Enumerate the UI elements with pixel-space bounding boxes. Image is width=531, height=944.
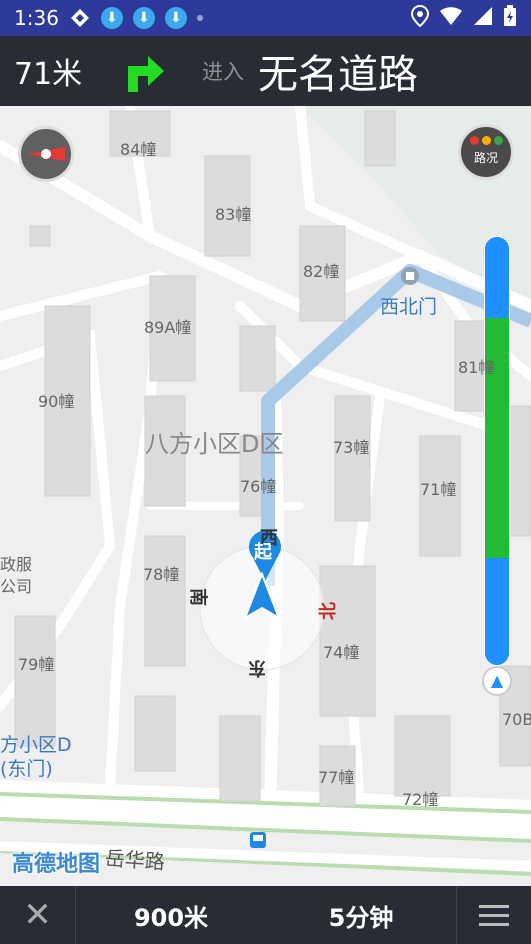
menu-line-icon (479, 904, 509, 908)
menu-line-icon (479, 922, 509, 926)
map-label-west-gate: 西北门 (380, 296, 438, 318)
turn-right-arrow-icon (114, 46, 174, 96)
map-view[interactable]: 路况 ▲ 84幢 83幢 82幢 89A幢 90幢 81幢 西北门 八方小区D区… (0, 106, 531, 886)
map-label: 82幢 (303, 262, 340, 281)
traffic-light-icon (461, 136, 511, 145)
map-label: 72幢 (402, 790, 439, 809)
download-icon: ⬇ (132, 7, 155, 29)
map-label: 77幢 (318, 768, 355, 787)
menu-button[interactable] (456, 886, 531, 944)
app-notification-icon (69, 7, 91, 29)
map-label-road: 岳华路 (104, 845, 166, 875)
traffic-label: 路况 (473, 151, 498, 165)
route-progress-bar (484, 236, 510, 666)
map-label: 73幢 (333, 438, 370, 457)
status-time: 1:36 (14, 6, 59, 30)
map-label: 公司 (0, 577, 33, 596)
remaining-distance: 900米 (133, 903, 209, 932)
battery-icon (503, 4, 517, 32)
remaining-time: 5分钟 (328, 903, 394, 932)
map-label: 79幢 (18, 655, 55, 674)
next-road-name: 无名道路 (258, 52, 418, 98)
map-label: 89A幢 (144, 318, 192, 337)
exit-navigation-button[interactable]: ✕ (0, 886, 76, 944)
car-position-icon: ▲ (482, 666, 512, 696)
map-label: 78幢 (143, 565, 180, 584)
status-icons (410, 4, 517, 32)
compass-button[interactable] (18, 126, 74, 182)
compass-needle-icon (27, 147, 65, 161)
menu-line-icon (479, 913, 509, 917)
status-bar: 1:36 ⬇ ⬇ ⬇ (0, 0, 531, 36)
bottom-bar: ✕ 900米 5分钟 (0, 886, 531, 944)
download-icon: ⬇ (164, 7, 187, 29)
direction-east: 东 (248, 657, 266, 678)
map-label-area: 八方小区D区 (145, 430, 284, 458)
navigation-header: 71米 进入 无名道路 (0, 36, 531, 106)
map-label: 76幢 (240, 477, 277, 496)
map-label: 84幢 (120, 140, 157, 159)
download-icon: ⬇ (100, 7, 123, 29)
map-label: 81幢 (458, 358, 495, 377)
progress-segment-smooth (485, 237, 509, 319)
start-marker-label: 起 (254, 542, 272, 563)
direction-north: 北 (318, 602, 339, 620)
enter-label: 进入 (202, 60, 244, 84)
map-label: 政服 (0, 555, 33, 574)
location-icon (410, 4, 430, 32)
progress-segment-smooth (485, 558, 509, 665)
map-label-east-gate: (东门) (0, 758, 53, 780)
next-turn-distance: 71米 (14, 57, 83, 92)
map-label: 71幢 (420, 480, 457, 499)
map-label: 70B (502, 710, 531, 729)
map-label: 90幢 (38, 392, 75, 411)
traffic-toggle-button[interactable]: 路况 (458, 124, 514, 180)
signal-icon (473, 6, 493, 31)
more-notifications-dot-icon (196, 15, 203, 21)
map-label: 83幢 (215, 205, 252, 224)
map-label-east-gate: 方小区D (0, 734, 72, 756)
map-label: 74幢 (323, 643, 360, 662)
direction-south: 南 (187, 588, 208, 606)
amap-logo: 高德地图 (12, 852, 101, 877)
wifi-icon (439, 6, 463, 31)
